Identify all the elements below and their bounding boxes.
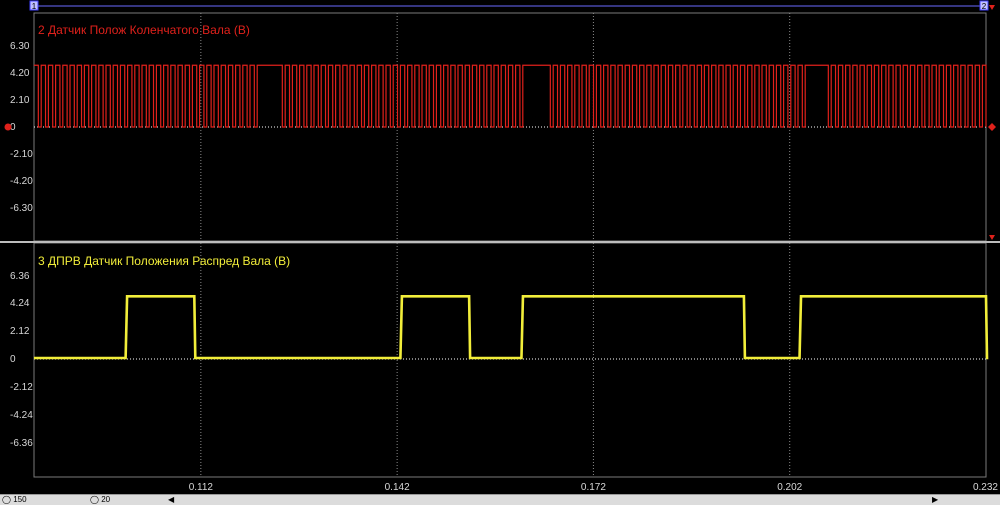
status-bar: ◯ 150 ◯ 20 ◀ ▶ (0, 494, 1000, 505)
bottom-y-tick-label: 2.12 (10, 326, 30, 337)
secondary-field[interactable]: ◯ 20 (90, 495, 110, 504)
x-tick-label: 0.112 (189, 482, 214, 493)
bottom-y-tick-label: 4.24 (10, 298, 30, 309)
x-tick-label: 0.202 (777, 482, 802, 493)
x-tick-label: 0.142 (385, 482, 410, 493)
bottom-y-tick-label: -6.36 (10, 438, 33, 449)
top-zero-marker-right[interactable] (988, 123, 996, 131)
scroll-right-icon[interactable]: ▶ (932, 495, 938, 504)
bottom-y-tick-label: -2.12 (10, 382, 33, 393)
top-y-tick-label: -6.30 (10, 203, 33, 214)
top-channel-title: 2 Датчик Полож Коленчатого Вала (В) (38, 23, 250, 37)
top-zero-marker-left[interactable] (4, 123, 12, 131)
x-tick-label: 0.232 (973, 482, 998, 493)
bottom-channel-title: 3 ДПРВ Датчик Положения Распред Вала (В) (38, 254, 290, 268)
top-y-tick-label: -2.10 (10, 149, 33, 160)
svg-text:1: 1 (32, 2, 37, 11)
zoom-field[interactable]: ◯ 150 (2, 495, 27, 504)
top-scroll-down-icon[interactable] (989, 235, 995, 240)
marker-right[interactable]: 2 (979, 0, 989, 11)
bottom-y-tick-label: -4.24 (10, 410, 33, 421)
top-y-tick-label: 4.20 (10, 68, 30, 79)
bottom-channel-panel (33, 242, 987, 478)
scroll-left-icon[interactable]: ◀ (168, 495, 174, 504)
top-y-tick-label: 6.30 (10, 41, 30, 52)
bottom-y-tick-label: 6.36 (10, 271, 30, 282)
top-y-tick-label: -4.20 (10, 176, 33, 187)
svg-text:2: 2 (982, 2, 987, 11)
marker-left[interactable]: 1 (29, 0, 39, 11)
oscilloscope-view: 1 2 6.30 4.20 2.10 0 -2.10 -4.20 -6.30 6.36 4.24… (0, 0, 1000, 493)
top-y-tick-label: 2.10 (10, 95, 30, 106)
x-tick-label: 0.172 (581, 482, 606, 493)
bottom-y-tick-label: 0 (10, 354, 16, 365)
